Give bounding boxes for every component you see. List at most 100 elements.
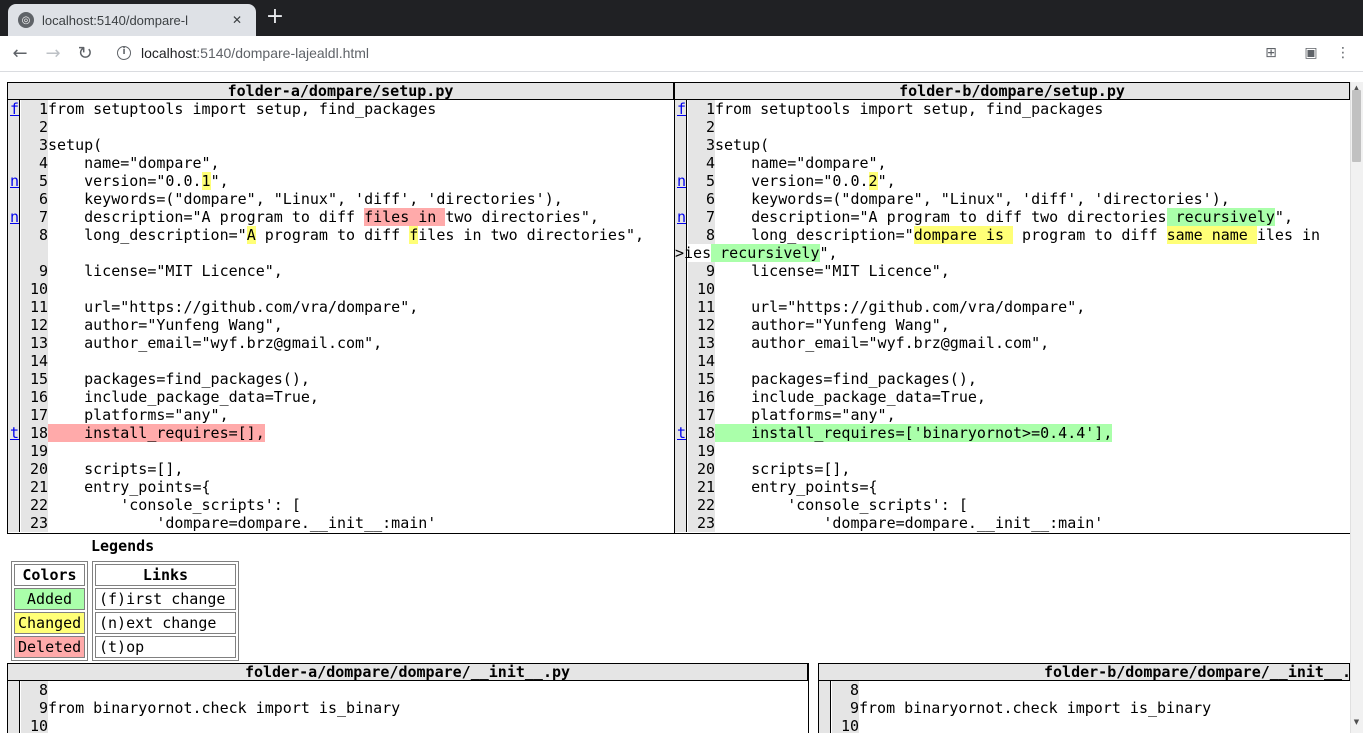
diff-add-segment: install_requires=['binaryornot>=0.4.4'], (715, 424, 1113, 442)
new-tab-button[interactable]: + (264, 6, 286, 30)
code-line: description="A program to diff files in … (48, 208, 599, 226)
nav-link[interactable]: n (10, 172, 20, 190)
diff-row: 8 long_description="A program to diff fi… (8, 226, 674, 244)
translate-icon[interactable]: ⊞ (1262, 44, 1280, 62)
line-number: 19 (688, 442, 715, 460)
browser-tab[interactable]: ◎ localhost:5140/dompare-l ✕ (8, 4, 256, 36)
code-segment: scripts=[], (48, 460, 184, 478)
diff-chg-segment: A (246, 226, 256, 244)
code-segment: keywords=("dompare", "Linux", 'diff', 'd… (48, 190, 563, 208)
code-segment: ", (877, 172, 896, 190)
diff-row: 20 scripts=[], (675, 460, 1350, 478)
scrollbar-thumb[interactable] (1352, 90, 1361, 162)
code-line: keywords=("dompare", "Linux", 'diff', 'd… (48, 190, 563, 208)
line-number: 23 (21, 514, 48, 532)
nav-link[interactable]: t (10, 424, 20, 442)
diff-row: 2 (675, 118, 1350, 136)
line-number: 15 (688, 370, 715, 388)
line-number: 11 (21, 298, 48, 316)
reload-icon[interactable]: ↻ (73, 42, 97, 66)
code-segment: version="0.0. (48, 172, 202, 190)
line-number: 10 (21, 717, 48, 733)
line-number: 2 (21, 118, 48, 136)
right-file-header: folder-b/dompare/setup.py (675, 82, 1350, 100)
nav-link[interactable]: n (10, 208, 20, 226)
line-number: 8 (832, 681, 859, 699)
diff2-left-pane: folder-a/dompare/dompare/__init__.py 89f… (7, 663, 809, 733)
diff-row: 14 (8, 352, 674, 370)
code-segment: name="dompare", (48, 154, 220, 172)
scroll-down-icon[interactable]: ▼ (1352, 718, 1361, 726)
code-line: keywords=("dompare", "Linux", 'diff', 'd… (715, 190, 1230, 208)
nav-link[interactable]: t (677, 424, 687, 442)
page-scrollbar[interactable] (1350, 82, 1363, 733)
line-number: 9 (21, 262, 48, 280)
diff-row: n5 version="0.0.1", (8, 172, 674, 190)
line-number: 9 (832, 699, 859, 717)
line-number: 8 (21, 681, 48, 699)
code-segment: setup( (48, 136, 103, 154)
nav-link[interactable]: f (10, 100, 20, 118)
code-segment: ", (819, 244, 838, 262)
kebab-menu-icon[interactable]: ⋮ (1334, 44, 1352, 62)
nav-link[interactable]: n (677, 172, 687, 190)
diff2-left-code: 8 9 from binaryornot.check import is_binar… (8, 681, 808, 733)
code-line: version="0.0.1", (48, 172, 229, 190)
code-segment: license="MIT Licence", (48, 262, 283, 280)
line-number: 6 (688, 190, 715, 208)
code-segment: description="A program to diff two direc… (715, 208, 1167, 226)
arrow-left-icon[interactable]: ← (8, 42, 32, 66)
code-line: author_email="wyf.brz@gmail.com", (48, 334, 382, 352)
nav-link[interactable]: f (677, 100, 687, 118)
url-host: localhost (141, 45, 197, 61)
links-header: Links (95, 564, 236, 586)
code-segment: 'dompare=dompare.__init__:main' (48, 514, 437, 532)
diff-row: n7 description="A program to diff files … (8, 208, 674, 226)
clipboard-icon[interactable]: ▣ (1302, 44, 1320, 62)
diff-row: n7 description="A program to diff two di… (675, 208, 1350, 226)
line-number: 15 (21, 370, 48, 388)
diff2-right-file-header: folder-b/dompare/dompare/__init__.py (819, 663, 1350, 681)
info-icon[interactable]: i (117, 46, 131, 60)
code-segment: include_package_data=True, (715, 388, 986, 406)
code-line: author_email="wyf.brz@gmail.com", (715, 334, 1049, 352)
line-number: 11 (688, 298, 715, 316)
first-change-legend: (f)irst change (95, 588, 236, 610)
line-number: 5 (21, 172, 48, 190)
code-segment: 'dompare=dompare.__init__:main' (715, 514, 1104, 532)
line-number: 8 (21, 226, 48, 244)
diff-row: 13 author_email="wyf.brz@gmail.com", (675, 334, 1350, 352)
line-number: 13 (688, 334, 715, 352)
line-number: 21 (688, 478, 715, 496)
arrow-right-icon[interactable]: → (41, 42, 65, 66)
close-tab-icon[interactable]: ✕ (228, 13, 246, 27)
line-number: 17 (21, 406, 48, 424)
line-number: 12 (688, 316, 715, 334)
diff-chg-segment: same name (1166, 226, 1257, 244)
diff-row: 22 'console_scripts': [ (8, 496, 674, 514)
diff-add-segment: recursively (711, 244, 820, 262)
code-line: 'dompare=dompare.__init__:main' (715, 514, 1103, 532)
line-number: 22 (21, 496, 48, 514)
tab-title: localhost:5140/dompare-l (42, 12, 188, 28)
added-swatch: Added (14, 588, 85, 610)
code-segment: packages=find_packages(), (715, 370, 977, 388)
code-segment: scripts=[], (715, 460, 851, 478)
diff-row: 21 entry_points={ (675, 478, 1350, 496)
line-number: 9 (21, 699, 48, 717)
nav-link[interactable]: n (677, 208, 687, 226)
diff-row (8, 244, 674, 262)
line-number: 3 (688, 136, 715, 154)
code-segment: iles in two directories", (418, 226, 645, 244)
code-segment: license="MIT Licence", (715, 262, 950, 280)
code-segment: author="Yunfeng Wang", (715, 316, 950, 334)
diff-row: 8 (8, 681, 808, 699)
code-line: >ies recursively", (675, 244, 838, 262)
code-segment: program to diff (1013, 226, 1167, 244)
code-segment: author="Yunfeng Wang", (48, 316, 283, 334)
code-line: from setuptools import setup, find_packa… (48, 100, 436, 118)
line-number: 1 (21, 100, 48, 118)
code-line: install_requires=['binaryornot>=0.4.4'], (715, 424, 1113, 442)
top-legend: (t)op (95, 636, 236, 658)
address-bar[interactable]: localhost:5140/dompare-lajealdl.html (141, 45, 369, 61)
